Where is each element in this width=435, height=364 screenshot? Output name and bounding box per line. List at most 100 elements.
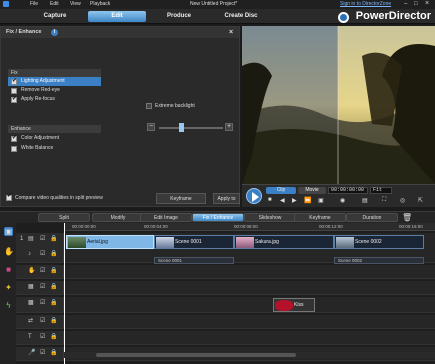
clip-scene-0002[interactable]: Scene 0002: [334, 235, 424, 249]
checkbox[interactable]: [11, 134, 17, 143]
visibility-checkbox-icon[interactable]: ☑: [40, 318, 45, 324]
clip-mode-button[interactable]: Clip: [266, 187, 296, 194]
visibility-checkbox-icon[interactable]: ☑: [40, 300, 45, 306]
lock-icon[interactable]: 🔒: [50, 350, 57, 356]
visibility-checkbox-icon[interactable]: ☑: [40, 268, 45, 274]
effect-room-icon[interactable]: ✋: [4, 247, 14, 256]
minimize-icon[interactable]: –: [404, 1, 407, 7]
next-frame-icon[interactable]: ▶: [292, 197, 297, 204]
extreme-backlight-option[interactable]: Extreme backlight: [146, 103, 195, 110]
visibility-checkbox-icon[interactable]: ☑: [40, 284, 45, 290]
lock-icon[interactable]: 🔒: [50, 268, 57, 274]
play-button[interactable]: [246, 188, 262, 204]
option-apply-refocus[interactable]: Apply Re-focus: [8, 95, 101, 104]
transition-track[interactable]: ⇄ ☑ 🔒: [16, 315, 435, 329]
signin-link[interactable]: Sign in to DirectorZone: [340, 1, 391, 7]
volume-icon[interactable]: ◉: [340, 197, 345, 204]
previous-frame-icon[interactable]: ◀: [280, 197, 285, 204]
apply-to-button[interactable]: Apply to: [213, 193, 240, 204]
compare-option[interactable]: Compare video qualities in split preview: [6, 193, 103, 202]
effect-track[interactable]: ✋ ☑ 🔒: [16, 265, 435, 279]
close-icon[interactable]: ×: [425, 0, 429, 7]
preview-window[interactable]: [242, 26, 435, 184]
modify-button[interactable]: Modify: [92, 213, 144, 222]
media-room-icon[interactable]: ▣: [4, 227, 13, 236]
lock-icon[interactable]: 🔒: [50, 284, 57, 290]
panel-close-icon[interactable]: ×: [229, 27, 233, 38]
fullscreen-icon[interactable]: ⛶: [382, 197, 386, 204]
checkbox[interactable]: [11, 77, 17, 86]
option-remove-red-eye[interactable]: Remove Red-eye: [8, 86, 101, 95]
particle-room-icon[interactable]: ✦: [4, 283, 13, 292]
fit-select[interactable]: Fit: [370, 187, 392, 194]
effect-track-icon: ✋: [28, 268, 36, 274]
pip-track[interactable]: ▦ ☑ 🔒: [16, 281, 435, 295]
level-slider-track[interactable]: [159, 127, 223, 129]
visibility-checkbox-icon[interactable]: ☑: [40, 350, 45, 356]
split-button[interactable]: Split: [38, 213, 90, 222]
pip-room-icon[interactable]: ■: [4, 265, 13, 274]
preview-image: [242, 26, 435, 184]
clip-scene-0001[interactable]: Scene 0001: [154, 235, 234, 249]
checkbox[interactable]: [11, 146, 17, 152]
duration-button[interactable]: Duration: [346, 213, 398, 222]
movie-mode-button[interactable]: Movie: [298, 187, 326, 194]
timeline[interactable]: ▣ ✋ ■ ✦ ϟ 00:00:00:00 00:00:04:00 00:00:…: [0, 223, 435, 364]
snapshot-icon[interactable]: ▣: [318, 197, 324, 204]
option-color-adjustment[interactable]: Color Adjustment: [8, 134, 101, 143]
visibility-checkbox-icon[interactable]: ☑: [40, 334, 45, 340]
maximize-icon[interactable]: □: [414, 1, 418, 7]
tab-edit[interactable]: Edit: [88, 11, 146, 22]
tab-capture[interactable]: Capture: [26, 11, 84, 22]
clip-sakura[interactable]: Sakura.jpg: [234, 235, 334, 249]
menu-file[interactable]: File: [30, 1, 38, 7]
delete-icon[interactable]: 🗑: [402, 213, 412, 222]
undock-icon[interactable]: ⇱: [418, 197, 423, 204]
fast-forward-icon[interactable]: ⏩: [304, 197, 311, 204]
lock-icon[interactable]: 🔒: [50, 300, 57, 306]
time-ruler[interactable]: 00:00:00:00 00:00:04:00 00:00:08:00 00:0…: [64, 223, 435, 231]
menu-view[interactable]: View: [70, 1, 81, 7]
option-white-balance[interactable]: White Balance: [8, 144, 101, 153]
playhead[interactable]: [64, 223, 65, 364]
info-icon[interactable]: i: [51, 29, 58, 36]
increase-button[interactable]: +: [225, 123, 233, 131]
audio-clip-scene-0001[interactable]: Scene 0001: [154, 257, 234, 264]
lock-icon[interactable]: 🔒: [50, 334, 57, 340]
edit-image-button[interactable]: Edit Image: [140, 213, 192, 222]
keyframe-button[interactable]: Keyframe: [156, 193, 206, 204]
clip-aerial[interactable]: Aerial.jpg: [66, 235, 154, 249]
level-slider-thumb[interactable]: [179, 123, 184, 132]
title-track[interactable]: T ☑ 🔒: [16, 331, 435, 345]
checkbox[interactable]: [6, 193, 12, 201]
tab-create-disc[interactable]: Create Disc: [212, 11, 270, 22]
object-track[interactable]: ▩ ☑ 🔒: [16, 297, 435, 313]
menu-playback[interactable]: Playback: [90, 1, 110, 7]
video-track-icon: ▤: [28, 236, 34, 242]
audio-checkbox-icon[interactable]: ☑: [40, 251, 45, 257]
transition-room-icon[interactable]: ϟ: [4, 301, 13, 310]
dvd-icon[interactable]: ◎: [400, 197, 405, 204]
checkbox[interactable]: [146, 103, 152, 109]
checkbox[interactable]: [11, 88, 17, 94]
decrease-button[interactable]: −: [147, 123, 155, 131]
checkbox[interactable]: [11, 95, 17, 104]
3d-icon[interactable]: ▤: [362, 197, 368, 204]
clip-kiss[interactable]: Kiss: [273, 298, 315, 312]
option-label: Color Adjustment: [21, 135, 60, 141]
play-icon: [252, 192, 259, 202]
audio-clip-scene-0002[interactable]: Scene 0002: [334, 257, 424, 264]
keyframe-toolbar-button[interactable]: Keyframe: [294, 213, 346, 222]
lock-icon[interactable]: 🔒: [50, 236, 57, 242]
audio-lock-icon[interactable]: 🔒: [50, 251, 57, 257]
timecode-display[interactable]: 00:00:00:00: [328, 187, 368, 194]
menu-edit[interactable]: Edit: [50, 1, 59, 7]
option-lighting-adjustment[interactable]: Lighting Adjustment: [8, 77, 101, 86]
slideshow-button[interactable]: Slideshow: [244, 213, 296, 222]
fix-enhance-button[interactable]: Fix / Enhance: [192, 213, 244, 222]
timeline-scrollbar-thumb[interactable]: [96, 353, 296, 357]
lock-icon[interactable]: 🔒: [50, 318, 57, 324]
visibility-checkbox-icon[interactable]: ☑: [40, 236, 45, 242]
stop-icon[interactable]: ■: [268, 197, 272, 203]
tab-produce[interactable]: Produce: [150, 11, 208, 22]
